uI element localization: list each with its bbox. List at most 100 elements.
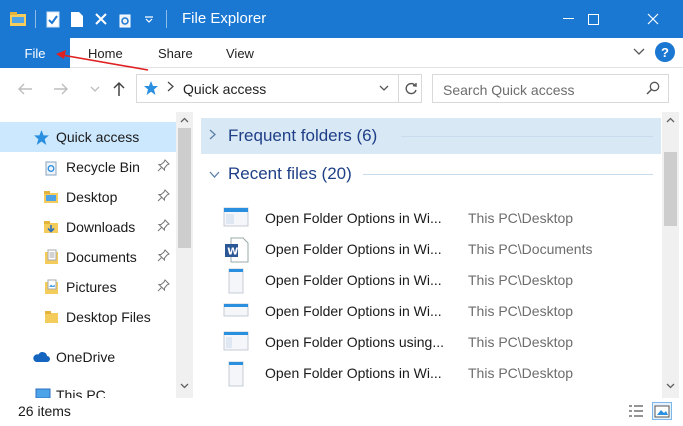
group-title: Frequent folders (6) [228, 126, 378, 145]
list-item[interactable]: Open Folder Options using... This PC\Des… [201, 326, 661, 357]
details-view-icon[interactable] [626, 402, 646, 420]
recent-locations-chevron-icon[interactable] [84, 78, 106, 100]
folder-icon [42, 188, 60, 206]
folder-icon [42, 308, 60, 326]
group-divider [401, 136, 653, 137]
tab-home[interactable]: Home [88, 38, 123, 68]
file-name: Open Folder Options in Wi... [265, 303, 442, 319]
large-icons-view-icon[interactable] [652, 402, 672, 420]
breadcrumb-chevron-icon[interactable] [167, 80, 174, 95]
toolbar-separator [166, 10, 167, 28]
scroll-up-arrow-icon[interactable] [662, 112, 679, 128]
sidebar-item-quick-access[interactable]: Quick access [0, 122, 176, 152]
help-button[interactable]: ? [655, 42, 675, 62]
image-thumbnail-icon [223, 268, 249, 294]
scrollbar-thumb[interactable] [178, 128, 191, 248]
svg-text:W: W [227, 247, 238, 258]
sidebar-item-label: This PC [56, 387, 106, 398]
scrollbar-thumb[interactable] [664, 152, 677, 226]
image-thumbnail-icon [223, 330, 249, 354]
scroll-down-arrow-icon[interactable] [662, 378, 679, 394]
sidebar-item-this-pc[interactable]: This PC [0, 380, 176, 398]
properties-check-icon[interactable] [41, 7, 65, 31]
sidebar-item-recycle-bin[interactable]: Recycle Bin [0, 152, 176, 182]
explorer-folder-icon[interactable] [6, 7, 30, 31]
maximize-button[interactable] [570, 0, 616, 38]
pc-icon [34, 386, 52, 398]
group-divider [363, 174, 653, 175]
file-name: Open Folder Options in Wi... [265, 272, 442, 288]
file-location: This PC\Documents [468, 241, 593, 257]
tab-file[interactable]: File [0, 38, 70, 68]
address-bar[interactable]: Quick access [136, 74, 422, 103]
downloads-folder-icon [42, 218, 60, 236]
pin-icon[interactable] [157, 189, 171, 203]
scroll-down-arrow-icon[interactable] [176, 378, 193, 394]
search-box[interactable]: Search Quick access [432, 74, 669, 103]
sidebar-item-label: Desktop [66, 189, 118, 205]
pin-icon[interactable] [157, 159, 171, 173]
new-document-icon[interactable] [65, 7, 89, 31]
list-item[interactable]: W Open Folder Options in Wi... This PC\D… [201, 233, 661, 264]
sidebar-item-pictures[interactable]: Pictures [0, 272, 176, 302]
list-item[interactable]: Open Folder Options in Wi... This PC\Des… [201, 202, 661, 233]
navigation-pane: Quick access Recycle Bin Desktop Downloa… [0, 112, 198, 398]
sidebar-item-desktop-files[interactable]: Desktop Files [0, 302, 176, 332]
delete-x-icon[interactable] [89, 7, 113, 31]
sidebar-item-label: OneDrive [56, 349, 116, 365]
up-arrow-icon[interactable] [108, 78, 130, 100]
sidebar-item-label: Documents [66, 249, 137, 265]
toolbar-separator [35, 10, 36, 28]
sidebar-item-label: Desktop Files [66, 309, 151, 325]
scroll-up-arrow-icon[interactable] [176, 112, 193, 128]
navigation-pane-scrollbar[interactable] [176, 112, 193, 398]
ribbon-right-controls: ? [633, 42, 675, 62]
search-placeholder: Search Quick access [443, 82, 575, 98]
address-dropdown-icon[interactable] [379, 81, 389, 95]
close-button[interactable] [630, 0, 676, 38]
image-thumbnail-icon [223, 361, 249, 387]
pin-icon[interactable] [157, 279, 171, 293]
expand-ribbon-chevron-icon[interactable] [633, 43, 645, 61]
navigation-bar: Quick access Search Quick access [0, 68, 683, 110]
sidebar-item-desktop[interactable]: Desktop [0, 182, 176, 212]
list-item[interactable]: Open Folder Options in Wi... This PC\Des… [201, 264, 661, 295]
expand-chevron-icon[interactable] [209, 129, 216, 143]
search-icon[interactable] [646, 81, 660, 100]
title-bar: File Explorer [0, 0, 683, 38]
window-title: File Explorer [182, 10, 267, 27]
group-header-recent-files[interactable]: Recent files (20) [201, 156, 661, 192]
collapse-chevron-icon[interactable] [209, 167, 220, 181]
customize-toolbar-chevron-icon[interactable] [137, 7, 161, 31]
sidebar-item-label: Recycle Bin [66, 159, 140, 175]
ribbon-tabs: File Home Share View ? [0, 38, 683, 68]
sidebar-item-onedrive[interactable]: OneDrive [0, 342, 176, 372]
file-location: This PC\Desktop [468, 272, 574, 288]
sidebar-item-downloads[interactable]: Downloads [0, 212, 176, 242]
list-item[interactable]: Open Folder Options in Wi... This PC\Des… [201, 357, 661, 388]
file-name: Open Folder Options in Wi... [265, 241, 442, 257]
sidebar-item-documents[interactable]: Documents [0, 242, 176, 272]
list-item[interactable]: Open Folder Options in Wi... This PC\Des… [201, 295, 661, 326]
pin-icon[interactable] [157, 249, 171, 263]
refresh-button[interactable] [398, 74, 422, 103]
back-arrow-icon[interactable] [14, 78, 36, 100]
file-explorer-window: File Explorer File Home Share View ? Qui… [0, 0, 683, 426]
content-scrollbar[interactable] [662, 112, 679, 398]
tab-share[interactable]: Share [158, 38, 193, 68]
forward-arrow-icon[interactable] [50, 78, 72, 100]
address-path[interactable]: Quick access [183, 81, 266, 97]
documents-icon [42, 248, 60, 266]
image-thumbnail-icon [223, 206, 249, 230]
file-name: Open Folder Options using... [265, 334, 444, 350]
file-name: Open Folder Options in Wi... [265, 210, 442, 226]
content-pane: Frequent folders (6) Recent files (20) O… [201, 112, 661, 398]
file-location: This PC\Desktop [468, 365, 574, 381]
group-title: Recent files (20) [228, 164, 352, 183]
recycle-icon[interactable] [113, 7, 137, 31]
word-document-icon: W [223, 237, 249, 263]
tab-view[interactable]: View [226, 38, 254, 68]
pin-icon[interactable] [157, 219, 171, 233]
group-header-frequent-folders[interactable]: Frequent folders (6) [201, 118, 661, 154]
file-name: Open Folder Options in Wi... [265, 365, 442, 381]
